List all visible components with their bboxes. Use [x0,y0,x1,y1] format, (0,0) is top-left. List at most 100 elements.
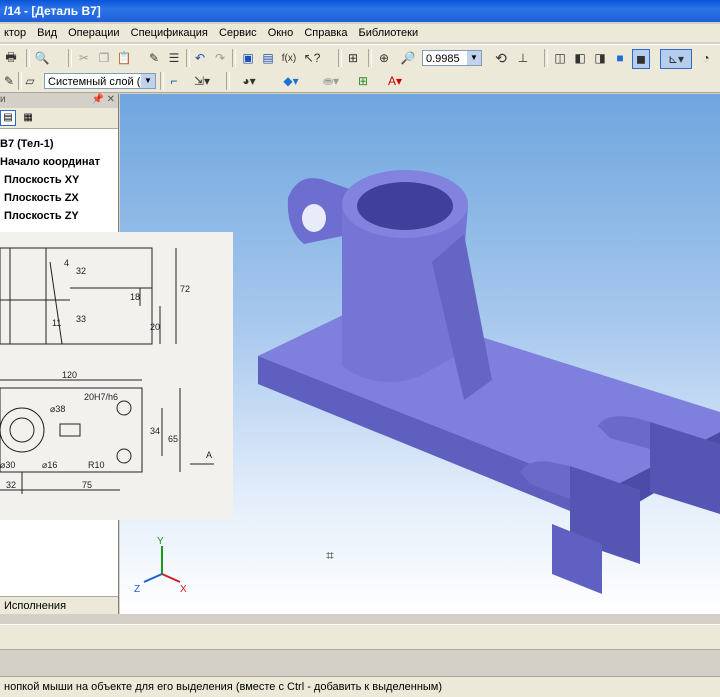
dim-fit: 20H7/h6 [84,392,118,402]
paste-icon[interactable]: 📋 [116,49,132,67]
cut-icon[interactable]: ✂ [76,49,92,67]
undo-icon[interactable]: ↶ [192,49,208,67]
layer-combo[interactable]: Системный слой (0) ▼ [44,73,156,89]
executions-tab[interactable]: Исполнения [0,596,118,614]
tree-item-plane-xy[interactable]: Плоскость XY [0,171,118,189]
function-icon[interactable]: f(x) [280,49,298,67]
toolbar-separator [368,49,372,67]
slot-hole [116,400,132,416]
zoom-scale-icon[interactable]: 🔎 [400,49,416,67]
preview-icon[interactable]: 🔍 [32,49,52,67]
properties-icon[interactable]: ✎ [146,49,162,67]
toolbar-separator [160,72,164,90]
section-label-a: A [206,450,212,460]
tree-item-origin[interactable]: Начало координат [0,153,118,171]
window-title: /14 - [Деталь В7] [4,4,101,18]
manager-icon[interactable]: ▣ [240,49,256,67]
list-view-icon[interactable]: ▦ [21,111,35,125]
list-icon[interactable]: ☰ [166,49,182,67]
material-icon[interactable]: ◆▾ [276,72,306,90]
help-pointer-icon[interactable]: ↖? [304,49,321,67]
hidden-lines-view-icon[interactable]: ◧ [572,49,588,67]
tree-item-plane-zy[interactable]: Плоскость ZY [0,207,118,225]
dim-72: 72 [180,284,190,294]
close-icon[interactable]: ✕ [107,94,115,105]
shaded-edges-view-icon[interactable]: ◼ [632,49,650,69]
menu-item-edit[interactable]: ктор [0,24,30,42]
model-tree: В7 (Тел-1) Начало координат Плоскость XY… [0,129,118,225]
property-bar [0,624,720,650]
insert-component-icon[interactable]: ⊞ [356,72,370,90]
wireframe-view-icon[interactable]: ◫ [552,49,568,67]
panel-header: и 📌 ✕ [0,94,118,108]
menu-bar: ктор Вид Операции Спецификация Сервис Ок… [0,24,720,42]
measure-icon[interactable]: ⇲▾ [192,72,212,90]
slot-hole [116,448,132,464]
executions-label: Исполнения [4,600,67,612]
rib-section [59,423,81,437]
secondary-toolbar: ✎ ▱ Системный слой (0) ▼ ⌐ ⇲▾ ◕▾ ◆▾ ⛂▾ ⊞… [0,70,720,93]
edit-tool-icon[interactable]: ✎ [2,72,16,90]
filter-icon[interactable]: ⛂▾ [316,72,346,90]
tree-icon[interactable]: ▤ [260,49,276,67]
status-text: нопкой мыши на объекте для его выделения… [4,681,443,693]
tree-view-icon[interactable]: ▤ [0,110,16,126]
shaded-view-icon[interactable]: ■ [612,49,628,67]
chevron-down-icon[interactable]: ▼ [141,74,155,88]
zoom-window-icon[interactable]: ⊞ [344,49,362,67]
display-mode-icon[interactable]: ◔ [696,49,716,67]
x-axis-line [161,573,181,583]
layers-icon[interactable]: ▱ [22,72,38,90]
dim-120: 120 [62,370,77,380]
dim-65: 65 [168,434,178,444]
pin-icon[interactable]: 📌 [92,94,104,105]
drawing-photo: 4 32 72 18 20 33 11 120 20H7/h6 ⌀38 ⌀30 … [0,232,233,520]
menu-item-view[interactable]: Вид [33,24,61,42]
z-axis-line [143,573,163,583]
tree-item-plane-zx[interactable]: Плоскость ZX [0,189,118,207]
color-icon[interactable]: ◕▾ [234,72,264,90]
toolbar-separator [544,49,548,67]
copy-icon[interactable]: ❐ [96,49,112,67]
redo-icon[interactable]: ↷ [212,49,228,67]
orientation-icon[interactable]: ⊥ [514,49,532,67]
dim-20: 20 [150,322,160,332]
toolbar-separator [338,49,342,67]
thin-lines-view-icon[interactable]: ◨ [592,49,608,67]
toolbar-separator [26,49,30,67]
zoom-combo[interactable]: 0.9985 ▼ [422,50,482,66]
lug-hole [302,204,326,232]
zoom-icon[interactable]: ⊕ [376,49,392,67]
plan-view-outline [0,387,143,473]
chevron-down-icon[interactable]: ▼ [467,51,481,65]
dim-32: 32 [76,266,86,276]
panel-tabs: ▤ ▦ [0,108,118,129]
rotate-icon[interactable]: ⟲ [492,49,510,67]
y-axis-label: Y [157,536,164,547]
dim-4: 4 [64,258,69,268]
toolbar-separator [232,49,236,67]
dim-d30: ⌀30 [0,460,15,470]
technical-drawing: 4 32 72 18 20 33 11 120 20H7/h6 ⌀38 ⌀30 … [0,247,214,494]
x-axis-label: X [180,584,187,595]
toolbar-separator [186,49,190,67]
menu-item-specification[interactable]: Спецификация [127,24,212,42]
menu-item-libraries[interactable]: Библиотеки [355,24,423,42]
dim-11: 11 [52,318,61,328]
menu-item-window[interactable]: Окно [264,24,298,42]
menu-item-help[interactable]: Справка [300,24,351,42]
text-style-icon[interactable]: A▾ [380,72,410,90]
dim-75: 75 [82,480,92,490]
dim-18: 18 [130,292,140,302]
sketch-icon[interactable]: ⌐ [166,72,182,90]
menu-item-service[interactable]: Сервис [215,24,261,42]
menu-item-operations[interactable]: Операции [64,24,123,42]
window-title-bar: /14 - [Деталь В7] [0,0,720,22]
perspective-icon[interactable]: ⊾▾ [660,49,692,69]
rib-slant-line [49,261,63,345]
tree-item-body[interactable]: В7 (Тел-1) [0,135,118,153]
printer-icon[interactable]: 🖶 [2,49,20,67]
dim-d16: ⌀16 [42,460,57,470]
status-bar: нопкой мыши на объекте для его выделения… [0,676,720,697]
layer-value: Системный слой (0) [48,76,151,88]
